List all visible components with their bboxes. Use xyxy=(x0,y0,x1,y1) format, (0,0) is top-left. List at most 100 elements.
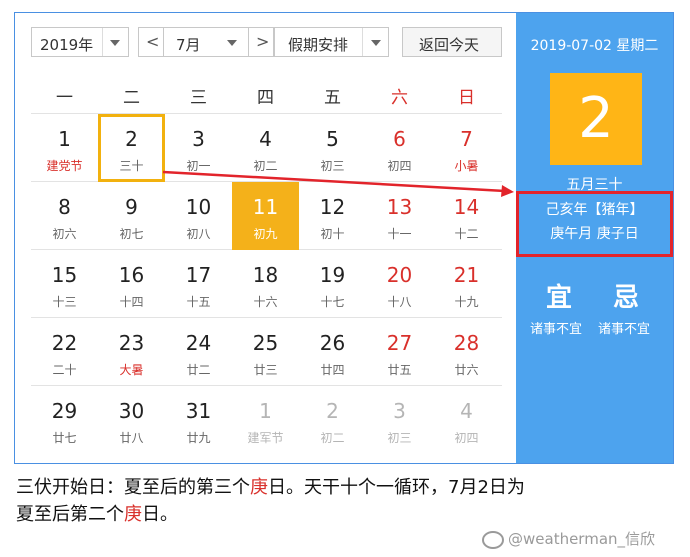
weekday-label: 五 xyxy=(324,88,341,108)
day-number: 22 xyxy=(51,331,78,355)
day-lunar: 廿四 xyxy=(320,363,345,377)
day-cell[interactable]: 29 廿七 xyxy=(31,386,98,454)
day-number: 8 xyxy=(58,195,71,219)
chevron-down-icon xyxy=(110,40,120,46)
day-cell[interactable]: 31 廿九 xyxy=(165,386,232,454)
day-number: 13 xyxy=(386,195,413,219)
day-cell[interactable]: 10 初八 xyxy=(165,182,232,250)
day-cell[interactable]: 26 廿四 xyxy=(299,318,366,386)
day-lunar: 十二 xyxy=(454,227,479,241)
month-select[interactable]: 7月 xyxy=(163,27,249,57)
day-cell[interactable]: 13 十一 xyxy=(366,182,433,250)
weekday-label: 二 xyxy=(123,88,140,108)
day-cell[interactable]: 12 初十 xyxy=(299,182,366,250)
back-to-today-button[interactable]: 返回今天 xyxy=(402,27,502,57)
day-cell[interactable]: 9 初七 xyxy=(98,182,165,250)
chevron-down-icon xyxy=(227,40,237,46)
day-number: 30 xyxy=(118,399,145,423)
day-number: 29 xyxy=(51,399,78,423)
day-number: 31 xyxy=(185,399,212,423)
weibo-logo-icon xyxy=(482,530,504,549)
day-cell[interactable]: 23 大暑 xyxy=(98,318,165,386)
day-lunar: 十四 xyxy=(119,295,144,309)
day-lunar: 初十 xyxy=(320,227,345,241)
day-number: 17 xyxy=(185,263,212,287)
day-number: 2 xyxy=(125,127,138,151)
year-select-value: 2019年 xyxy=(40,36,94,54)
day-cell[interactable]: 24 廿二 xyxy=(165,318,232,386)
day-cell-next-month[interactable]: 4 初四 xyxy=(433,386,500,454)
weekday-label: 三 xyxy=(190,88,207,108)
day-lunar: 初八 xyxy=(186,227,211,241)
day-cell-next-month[interactable]: 1 建军节 xyxy=(232,386,299,454)
day-cell[interactable]: 16 十四 xyxy=(98,250,165,318)
day-cell[interactable]: 3 初一 xyxy=(165,114,232,182)
day-lunar: 十五 xyxy=(186,295,211,309)
day-lunar: 初七 xyxy=(119,227,144,241)
day-cell[interactable]: 6 初四 xyxy=(366,114,433,182)
day-cell[interactable]: 15 十三 xyxy=(31,250,98,318)
day-cell-next-month[interactable]: 3 初三 xyxy=(366,386,433,454)
weekday-label: 六 xyxy=(391,88,408,108)
calendar-widget: 2019年 < 7月 > 假期安排 返回今天 一 二 三 四 五 六 日 1 建… xyxy=(14,12,674,464)
day-cell-today[interactable]: 11 初九 xyxy=(232,182,299,250)
day-lunar: 廿三 xyxy=(253,363,278,377)
day-number: 25 xyxy=(252,331,279,355)
day-cell[interactable]: 18 十六 xyxy=(232,250,299,318)
day-cell-next-month[interactable]: 2 初二 xyxy=(299,386,366,454)
year-select[interactable]: 2019年 xyxy=(31,27,129,57)
day-number: 20 xyxy=(386,263,413,287)
day-number: 9 xyxy=(125,195,138,219)
caption-part: 夏至后第二个 xyxy=(16,504,124,525)
caption-geng: 庚 xyxy=(250,477,268,498)
day-lunar: 廿八 xyxy=(119,431,144,445)
chevron-right-icon: > xyxy=(256,32,270,51)
day-cell-selected[interactable]: 2 三十 xyxy=(98,114,165,182)
caption-part: 日。天干十个一循环，7月2日为 xyxy=(268,477,525,498)
selected-date-line: 2019-07-02 星期二 xyxy=(530,38,659,54)
day-lunar: 十九 xyxy=(454,295,479,309)
holiday-select-divider xyxy=(362,28,363,56)
day-cell[interactable]: 30 廿八 xyxy=(98,386,165,454)
day-number: 7 xyxy=(460,127,473,151)
day-number: 11 xyxy=(252,195,279,219)
day-number: 21 xyxy=(453,263,480,287)
day-cell[interactable]: 28 廿六 xyxy=(433,318,500,386)
caption-geng: 庚 xyxy=(124,504,142,525)
day-cell[interactable]: 1 建党节 xyxy=(31,114,98,182)
day-cell[interactable]: 8 初六 xyxy=(31,182,98,250)
day-cell[interactable]: 14 十二 xyxy=(433,182,500,250)
prev-month-button[interactable]: < xyxy=(138,27,164,57)
day-lunar: 初一 xyxy=(186,159,211,173)
weekday-header: 一 二 三 四 五 六 日 xyxy=(31,73,502,113)
chevron-left-icon: < xyxy=(146,32,160,51)
day-lunar: 初二 xyxy=(320,431,345,445)
day-lunar: 初九 xyxy=(253,227,278,241)
day-lunar: 初三 xyxy=(387,431,412,445)
day-lunar: 十七 xyxy=(320,295,345,309)
day-cell[interactable]: 17 十五 xyxy=(165,250,232,318)
day-cell[interactable]: 22 二十 xyxy=(31,318,98,386)
day-cell[interactable]: 20 十八 xyxy=(366,250,433,318)
day-number: 18 xyxy=(252,263,279,287)
day-cell[interactable]: 4 初二 xyxy=(232,114,299,182)
day-cell[interactable]: 27 廿五 xyxy=(366,318,433,386)
holiday-select[interactable]: 假期安排 xyxy=(274,27,389,57)
caption-part: 日。 xyxy=(142,504,178,525)
ganzhi-month-day: 庚午月 庚子日 xyxy=(550,226,639,242)
ji-label: 忌 xyxy=(613,283,640,313)
month-select-value: 7月 xyxy=(176,36,201,54)
day-cell[interactable]: 25 廿三 xyxy=(232,318,299,386)
day-cell[interactable]: 21 十九 xyxy=(433,250,500,318)
next-month-button[interactable]: > xyxy=(248,27,274,57)
weekday-label: 四 xyxy=(257,88,274,108)
day-number: 1 xyxy=(259,399,272,423)
day-lunar: 廿二 xyxy=(186,363,211,377)
day-lunar: 十三 xyxy=(52,295,77,309)
day-cell[interactable]: 7 小暑 xyxy=(433,114,500,182)
day-cell[interactable]: 5 初三 xyxy=(299,114,366,182)
day-lunar: 廿九 xyxy=(186,431,211,445)
day-cell[interactable]: 19 十七 xyxy=(299,250,366,318)
day-lunar: 初四 xyxy=(454,431,479,445)
date-detail-panel: 2019-07-02 星期二 2 五月三十 己亥年【猪年】 庚午月 庚子日 宜 … xyxy=(516,13,673,463)
